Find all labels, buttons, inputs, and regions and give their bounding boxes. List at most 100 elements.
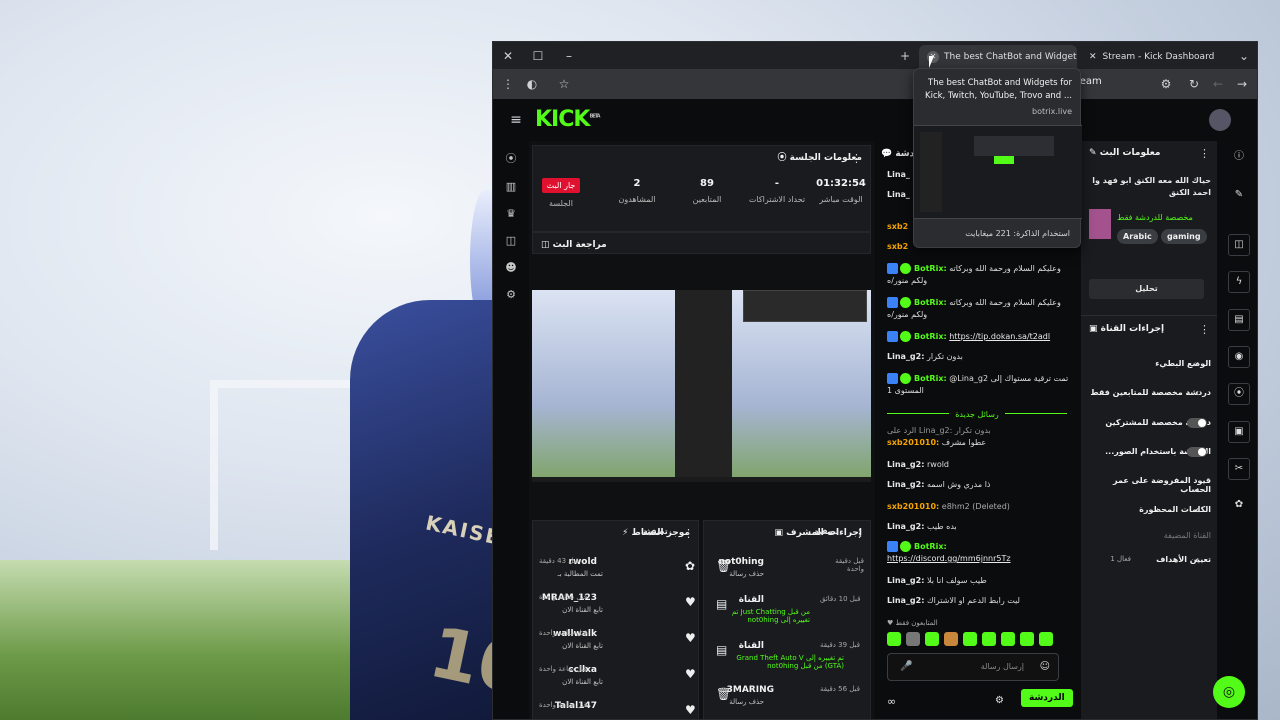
stream-review-header: مراجعة البث ◫ <box>532 232 871 254</box>
bookmark-star-icon[interactable]: ☆ <box>555 75 573 93</box>
category-thumbnail <box>1089 209 1111 239</box>
channel-actions-title: إجراءات القناة <box>1100 324 1165 334</box>
chat-message: BotRix: وعليكم السلام ورحمة الله وبركاته… <box>887 263 1061 285</box>
activity-feed-panel: موجز النشاط ⚡ تصفية ⋮ ✿ rwold تمت المطالب… <box>532 520 699 719</box>
tab-kick-dashboard[interactable]: ✕ Stream - Kick Dashboard <box>1081 45 1229 69</box>
preview-window-overlay <box>743 290 867 322</box>
subs-stat: - تحداد الاشتراكات <box>748 178 806 204</box>
camera-icon[interactable]: ◫ <box>1228 234 1250 256</box>
microphone-icon[interactable]: 🎤 <box>900 661 912 672</box>
hover-card-domain: botrix.live <box>1032 107 1072 116</box>
right-column: معلومات البث ✎ ⋮ حياك الله معه الكنق ابو… <box>1081 141 1217 719</box>
reply-context: الرد على Lina_g2: بدون تكرار <box>887 426 991 435</box>
maximize-icon[interactable]: ☐ <box>529 47 547 65</box>
left-rail: ⦿ ▥ ♛ ◫ ☻ ⚙ <box>493 141 529 719</box>
preview-taskbar <box>532 477 871 482</box>
edit-icon[interactable]: ✎ <box>1228 185 1250 207</box>
activity-item: ♥ Talal147 قبل ساعة واحدة <box>539 701 696 717</box>
panel-menu-icon[interactable]: ⋮ <box>854 527 865 540</box>
emote-chat-item[interactable]: الدردشة باستخدام الصور... <box>1081 447 1211 457</box>
kick-header: ≡ KICKBETA <box>493 99 1257 141</box>
tab-botrix[interactable]: ✕ The best ChatBot and Widgets <box>919 45 1077 69</box>
avatar[interactable] <box>1209 109 1231 131</box>
broadcast-icon[interactable]: ⦿ <box>1228 383 1250 405</box>
chat-send-button[interactable]: الدردشة <box>1021 689 1073 707</box>
hosted-channel-item[interactable]: القناة المضيفة <box>1081 531 1211 540</box>
emote-icon[interactable] <box>1039 632 1053 646</box>
share-icon[interactable]: ✿ <box>1228 495 1250 517</box>
emote-icon[interactable] <box>906 632 920 646</box>
stream-preview[interactable] <box>532 290 871 482</box>
hamburger-icon[interactable]: ≡ <box>507 111 525 129</box>
chat-message: Lina_g2: ذا مدري وش اسمه <box>887 480 991 489</box>
tab-title: The best ChatBot and Widgets <box>944 52 1077 62</box>
emote-icon[interactable] <box>1020 632 1034 646</box>
chat-message: BotRix: @Lina_g2 تمت ترقية مستواك إلى ال… <box>887 373 1069 395</box>
new-tab-button[interactable]: + <box>896 47 914 65</box>
address-bar: ⋮ ◐ ☆ l.kick.com/stream ⚙ ↻ ← → <box>493 69 1257 99</box>
account-age-item[interactable]: قيود المفروضة على عمر الحساب › <box>1081 476 1211 496</box>
minimize-icon[interactable]: – <box>560 47 578 65</box>
panel-menu-icon[interactable]: ⋮ <box>1199 147 1210 160</box>
chat-message: sxb201010: عطوا مشرف <box>887 438 987 447</box>
panel-menu-icon[interactable]: ⋮ <box>683 527 694 540</box>
chat-icon[interactable]: ◉ <box>1228 346 1250 368</box>
emoji-icon[interactable]: ☺ <box>1040 661 1050 672</box>
extension-icon[interactable]: ◐ <box>523 75 541 93</box>
help-chat-icon[interactable]: ◎ <box>1213 676 1245 708</box>
emote-icon[interactable] <box>982 632 996 646</box>
reload-icon[interactable]: ↻ <box>1185 75 1203 93</box>
mod-filter[interactable]: تصفية <box>814 527 839 536</box>
emote-icon[interactable] <box>925 632 939 646</box>
broadcast-icon[interactable]: ⦿ <box>503 151 519 167</box>
close-window-icon[interactable]: ✕ <box>499 47 517 65</box>
chat-settings-icon[interactable]: ⚙ <box>995 695 1004 706</box>
menu-dots-icon[interactable]: ⋮ <box>499 75 517 93</box>
info-icon[interactable]: ⓘ <box>1228 147 1250 169</box>
emote-icon[interactable] <box>887 632 901 646</box>
subscribers-only-item[interactable]: دردشة مخصصة للمشتركين <box>1081 418 1211 428</box>
verified-icon <box>900 373 911 384</box>
analytics-icon[interactable]: ▥ <box>503 179 519 195</box>
live-stat: جار البث الجلسة <box>539 178 583 208</box>
trophy-icon[interactable]: ♛ <box>503 206 519 222</box>
emote-icon[interactable] <box>944 632 958 646</box>
layout-icon[interactable]: ▣ <box>1228 421 1250 443</box>
emote-icon[interactable] <box>1001 632 1015 646</box>
bot-badge-icon <box>887 263 898 274</box>
panel-menu-icon[interactable]: ⋮ <box>1199 323 1210 336</box>
followers-only-item[interactable]: دردشة مخصصة للمتابعين فقط › <box>1081 388 1211 399</box>
category-name[interactable]: مخصصة للدردشة فقط <box>1117 213 1193 222</box>
wrench-icon[interactable]: ✂ <box>1228 458 1250 480</box>
lightning-icon[interactable]: ϟ <box>1228 271 1250 293</box>
chat-input[interactable]: 🎤 إرسال رسالة ☺ <box>887 653 1059 681</box>
subscribers-toggle[interactable] <box>1187 418 1207 428</box>
chat-message: Lina_g2: ليت رابط الدعم او الاشتراك <box>887 596 1020 605</box>
slow-mode-item[interactable]: الوضع البطيء › <box>1081 359 1211 370</box>
chat-links-icon[interactable]: ∞ <box>887 695 896 708</box>
back-icon[interactable]: → <box>1233 75 1251 93</box>
camera-icon[interactable]: ◫ <box>503 233 519 249</box>
tab-close-icon[interactable]: ✕ <box>1089 52 1097 62</box>
activity-filter[interactable]: تصفية <box>643 527 668 536</box>
users-icon[interactable]: ☻ <box>503 260 519 276</box>
tab-menu-icon[interactable]: ⌄ <box>1235 47 1253 65</box>
banned-words-item[interactable]: الكلمات المحظورة › <box>1081 505 1211 516</box>
verified-icon <box>900 297 911 308</box>
emote-toggle[interactable] <box>1187 447 1207 457</box>
document-icon[interactable]: ▤ <box>1228 309 1250 331</box>
edit-stream-button[interactable]: تحليل <box>1089 279 1204 299</box>
chat-message: BotRix: وعليكم السلام ورحمة الله وبركاته… <box>887 297 1061 319</box>
forward-icon[interactable]: ← <box>1209 75 1227 93</box>
kick-logo[interactable]: KICKBETA <box>535 107 601 132</box>
stream-info-title: معلومات البث <box>1099 148 1161 158</box>
set-goals-item[interactable]: تعيين الأهداف فعال 1 › <box>1081 555 1211 566</box>
emote-icon[interactable] <box>963 632 977 646</box>
mod-actions-panel: إجراءات المشرف ▣ تصفية ⋮ 🗑 not0hing حذف ر… <box>703 520 871 719</box>
settings-icon[interactable]: ⚙ <box>503 287 519 303</box>
gift-icon: ✿ <box>685 559 696 573</box>
bot-badge-icon <box>887 297 898 308</box>
site-settings-icon[interactable]: ⚙ <box>1157 75 1175 93</box>
panel-menu-icon[interactable]: ⋮ <box>851 152 862 165</box>
bot-badge-icon <box>887 331 898 342</box>
